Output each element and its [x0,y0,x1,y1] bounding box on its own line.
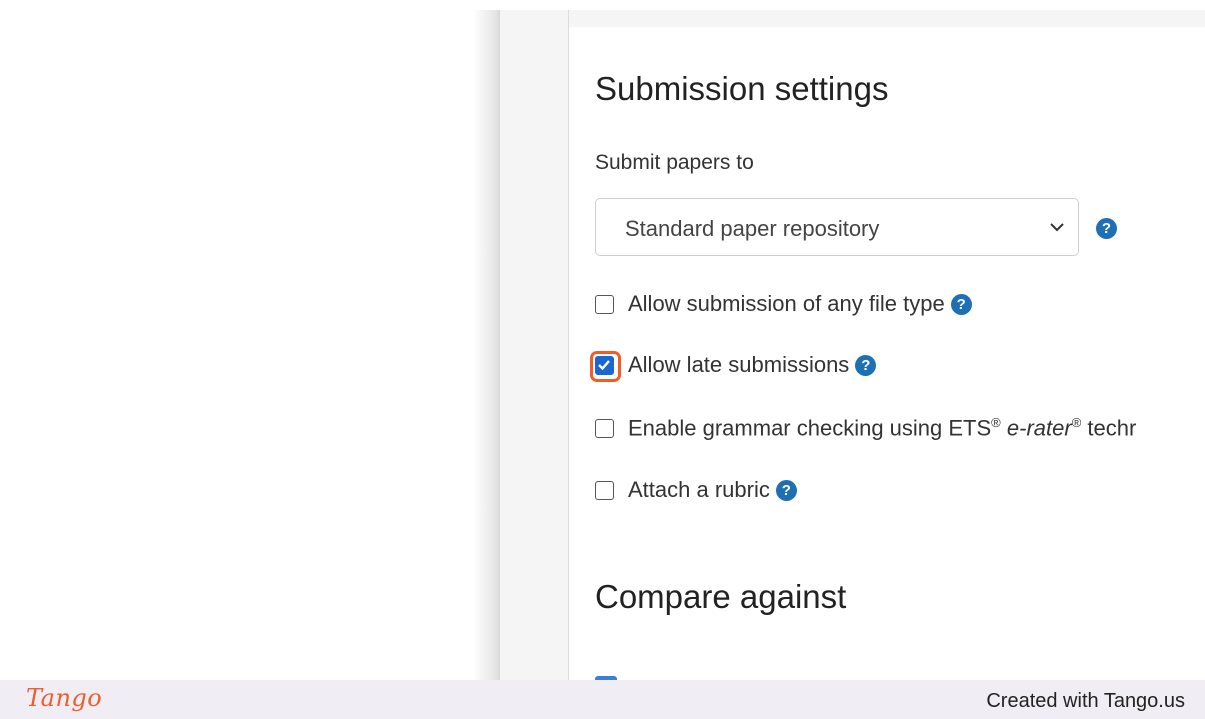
compare-against-heading: Compare against [595,578,847,615]
chevron-down-icon [1050,223,1064,232]
option-late-submissions: Allow late submissions ? [590,350,877,382]
attach-rubric-label[interactable]: Attach a rubric [628,477,770,503]
any-file-type-label[interactable]: Allow submission of any file type [628,291,945,317]
repository-select-value: Standard paper repository [625,216,880,241]
late-submissions-checkbox[interactable] [590,350,621,382]
grammar-checking-label[interactable]: Enable grammar checking using ETS® e-rat… [628,415,1136,441]
attach-rubric-checkbox[interactable] [595,480,614,500]
submit-papers-to-label: Submit papers to [595,151,754,174]
panel-top-bar [569,10,1205,27]
submission-settings-heading: Submission settings [595,70,889,107]
app-frame: Submission settings Submit papers to Sta… [8,10,1205,680]
tango-logo: Tango [26,684,103,712]
left-pane [8,10,498,680]
settings-panel: Submission settings Submit papers to Sta… [569,10,1205,680]
focus-highlight [590,350,621,382]
footer-credit: Created with Tango.us [986,690,1185,712]
grammar-checking-checkbox[interactable] [595,418,614,438]
footer-bar: Tango Created with Tango.us [0,680,1205,719]
content-gutter [500,10,569,680]
option-attach-rubric: Attach a rubric ? [595,475,797,505]
repository-help-icon[interactable]: ? [1096,218,1117,239]
any-file-type-checkbox[interactable] [595,294,614,314]
option-grammar-checking: Enable grammar checking using ETS® e-rat… [595,413,1136,443]
any-file-type-help-icon[interactable]: ? [950,293,972,315]
late-submissions-help-icon[interactable]: ? [855,354,877,376]
late-submissions-label[interactable]: Allow late submissions [628,352,849,378]
option-any-file-type: Allow submission of any file type ? [595,289,972,319]
attach-rubric-help-icon[interactable]: ? [775,479,797,501]
panel-shadow [473,10,501,680]
repository-select[interactable]: Standard paper repository [595,198,1079,256]
